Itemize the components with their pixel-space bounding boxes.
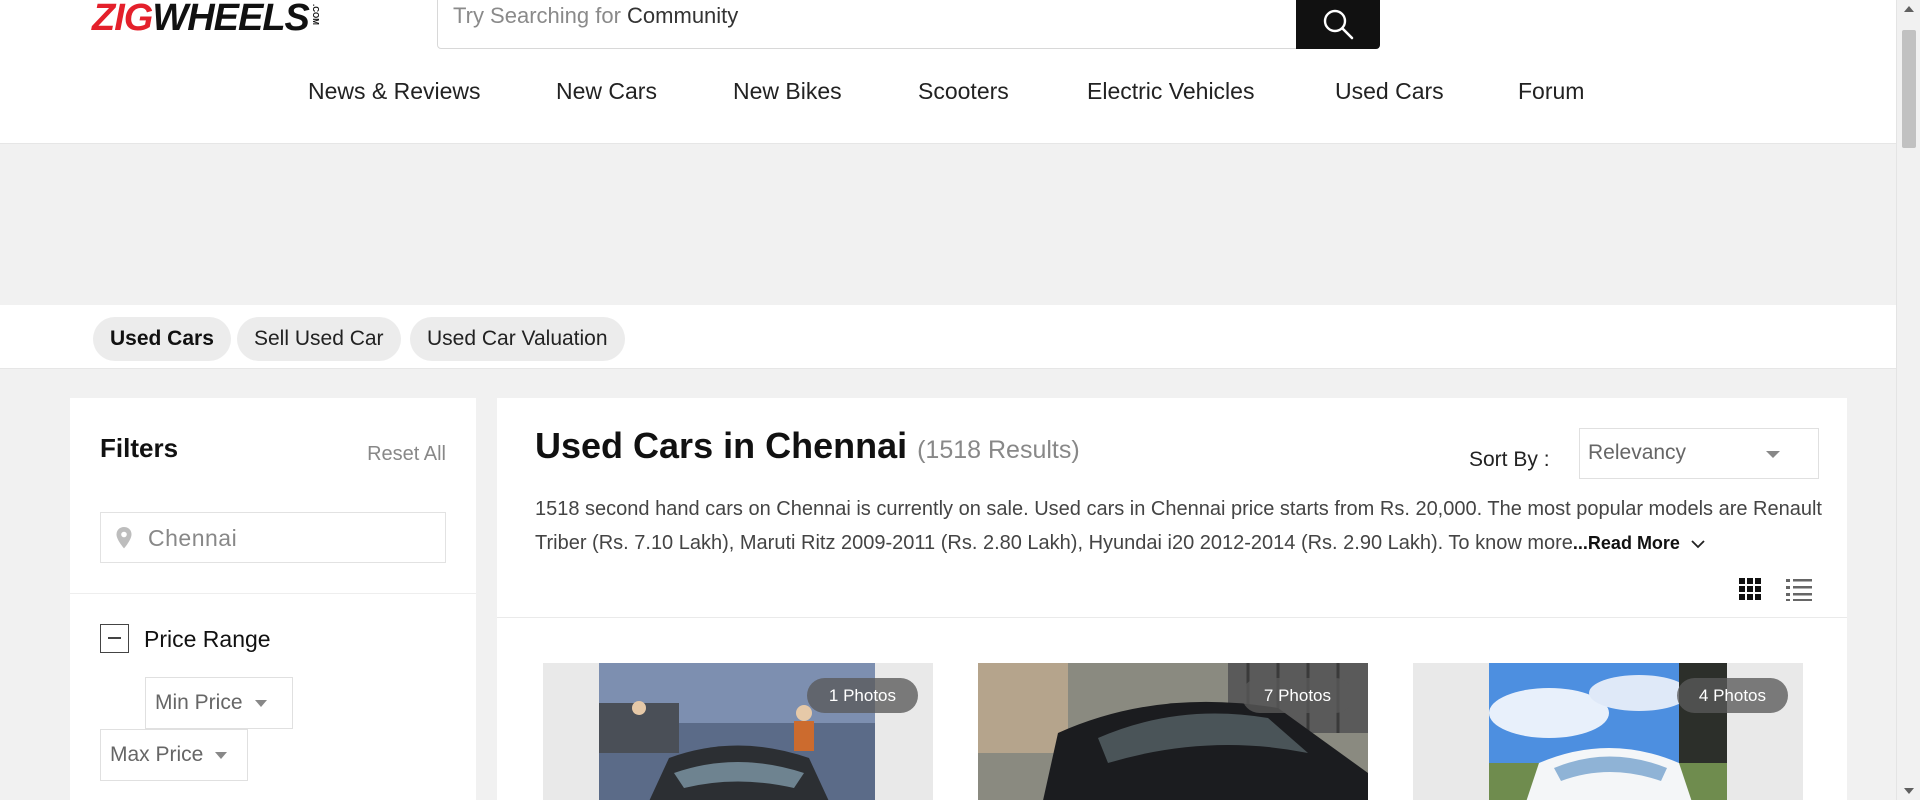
city-field[interactable]: Chennai (100, 512, 446, 563)
nav-new-bikes[interactable]: New Bikes (733, 78, 842, 105)
collapse-icon[interactable] (100, 624, 129, 653)
nav-news-reviews[interactable]: News & Reviews (308, 78, 481, 105)
view-toggle (1737, 576, 1813, 602)
scroll-up-icon[interactable] (1904, 6, 1914, 12)
nav-used-cars[interactable]: Used Cars (1335, 78, 1444, 105)
results-count: (1518 Results) (917, 436, 1080, 464)
caret-down-icon (1766, 451, 1780, 458)
ad-banner-area (0, 145, 1896, 305)
page-title: Used Cars in Chennai (1518 Results) (535, 425, 1080, 467)
logo-zig: ZIG (92, 0, 153, 39)
nav-electric-vehicles[interactable]: Electric Vehicles (1087, 78, 1254, 105)
tab-used-cars[interactable]: Used Cars (93, 317, 231, 361)
page-scrollbar[interactable] (1896, 0, 1920, 800)
car-card[interactable]: 4 Photos (1413, 663, 1803, 800)
filters-panel: Filters Reset All Chennai Price Range Mi… (70, 398, 476, 800)
grid-view-icon[interactable] (1737, 576, 1763, 602)
listing-description: 1518 second hand cars on Chennai is curr… (535, 492, 1825, 560)
photo-count-badge: 7 Photos (1241, 678, 1353, 713)
location-pin-icon (116, 527, 132, 549)
reset-all-link[interactable]: Reset All (367, 443, 446, 466)
car-card[interactable]: 7 Photos (978, 663, 1368, 800)
search-placeholder: Try Searching for (453, 3, 621, 28)
nav-new-cars[interactable]: New Cars (556, 78, 657, 105)
tab-used-car-valuation[interactable]: Used Car Valuation (410, 317, 625, 361)
site-header: ZIG WHEELS .COM Try Searching for Commun… (0, 0, 1896, 144)
scrollbar-thumb[interactable] (1902, 30, 1916, 148)
filters-divider (70, 593, 476, 594)
search-box[interactable]: Try Searching for Community (437, 0, 1380, 49)
search-term: Community (627, 3, 739, 28)
results-divider (497, 617, 1847, 618)
list-view-icon[interactable] (1785, 576, 1813, 602)
max-price-select[interactable]: Max Price (100, 729, 248, 781)
caret-down-icon (254, 699, 267, 707)
car-card[interactable]: 1 Photos (543, 663, 933, 800)
sort-select[interactable]: Relevancy (1579, 428, 1819, 479)
city-value: Chennai (148, 525, 238, 551)
max-price-label: Max Price (110, 743, 204, 766)
search-icon (1323, 9, 1354, 39)
search-button[interactable] (1296, 0, 1380, 49)
zigwheels-logo[interactable]: ZIG WHEELS .COM (92, 0, 320, 39)
filters-title: Filters (100, 433, 179, 463)
sort-value: Relevancy (1588, 441, 1687, 464)
nav-scooters[interactable]: Scooters (918, 78, 1009, 105)
tab-sell-used-car[interactable]: Sell Used Car (237, 317, 401, 361)
sort-label: Sort By : (1469, 448, 1550, 471)
photo-count-badge: 4 Photos (1676, 678, 1788, 713)
min-price-label: Min Price (155, 691, 243, 714)
logo-suffix: .COM (310, 4, 320, 25)
page-title-text: Used Cars in Chennai (535, 425, 908, 466)
price-range-label: Price Range (144, 626, 271, 652)
used-cars-subnav: Used Cars Sell Used Car Used Car Valuati… (0, 305, 1896, 369)
search-input[interactable]: Try Searching for Community (453, 3, 738, 29)
scroll-down-icon[interactable] (1904, 788, 1914, 794)
logo-wheels: WHEELS (152, 0, 310, 39)
chevron-down-icon[interactable] (1690, 539, 1706, 549)
min-price-select[interactable]: Min Price (145, 677, 293, 729)
photo-count-badge: 1 Photos (806, 678, 918, 713)
read-more-link[interactable]: ...Read More (1573, 533, 1680, 553)
nav-forum[interactable]: Forum (1518, 78, 1584, 105)
results-panel: Used Cars in Chennai (1518 Results) Sort… (497, 398, 1847, 800)
caret-down-icon (215, 751, 228, 759)
